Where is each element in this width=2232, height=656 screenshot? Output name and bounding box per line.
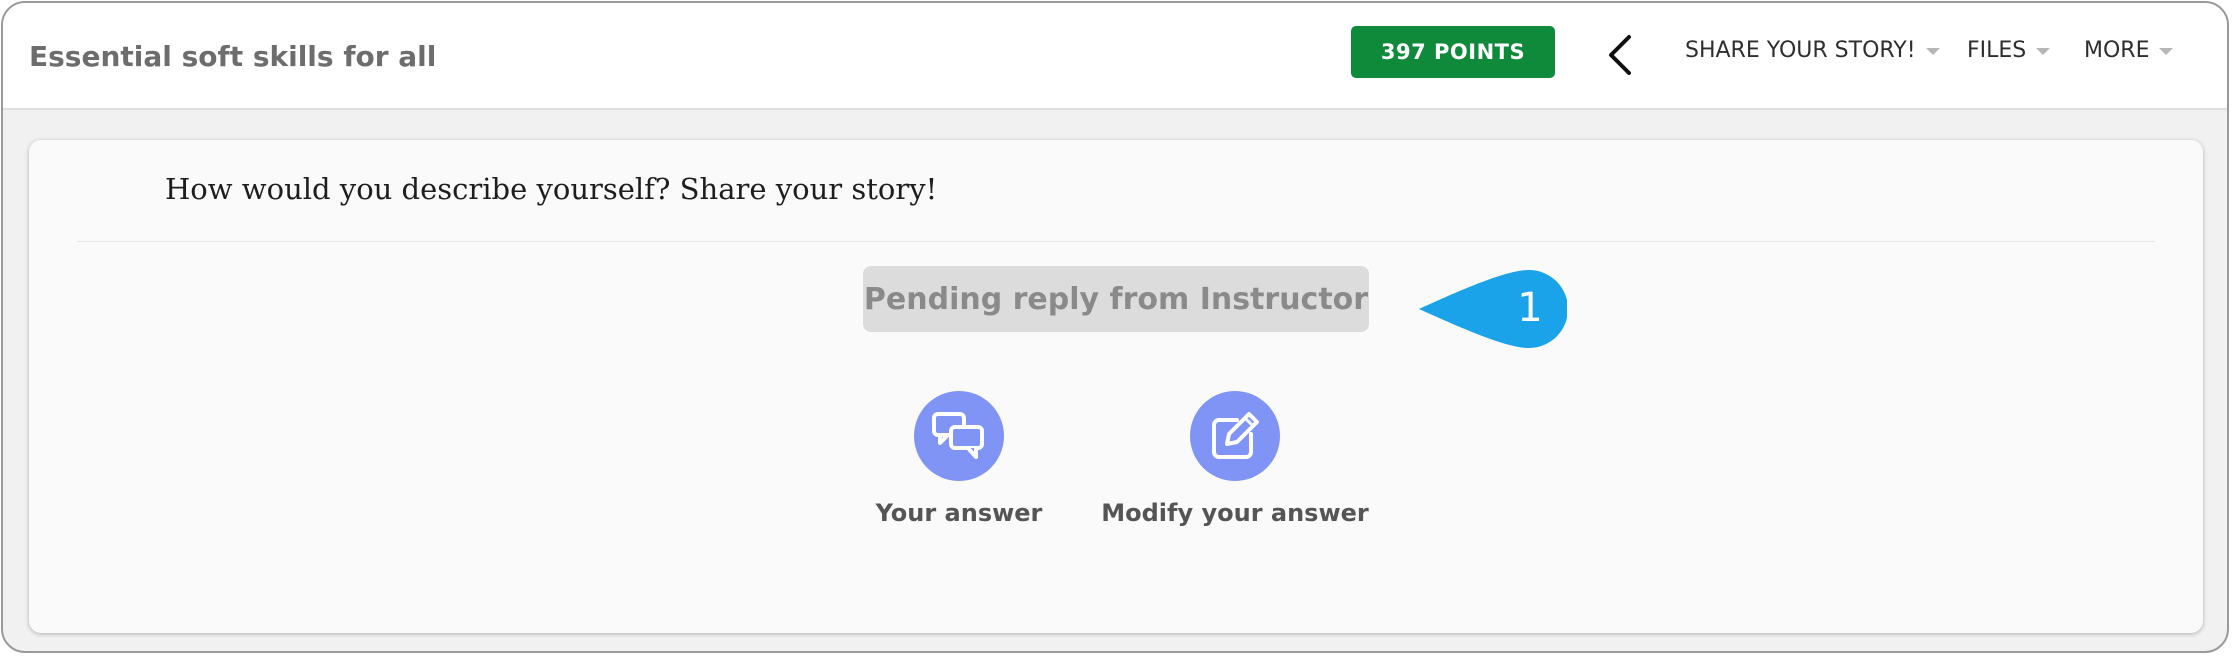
callout-number: 1 — [1517, 285, 1542, 331]
nav-files-label: FILES — [1967, 38, 2027, 63]
course-title: Essential soft skills for all — [29, 40, 437, 73]
activity-card: How would you describe yourself? Share y… — [29, 140, 2203, 633]
modify-answer-icon-circle — [1190, 391, 1280, 481]
points-badge[interactable]: 397 POINTS — [1351, 26, 1555, 78]
callout-marker: 1 — [1419, 270, 1567, 348]
nav-files[interactable]: FILES — [1967, 38, 2051, 63]
edit-square-icon — [1212, 412, 1259, 459]
nav-more-label: MORE — [2084, 38, 2150, 63]
divider — [77, 241, 2155, 242]
top-bar: Essential soft skills for all 397 POINTS… — [3, 3, 2227, 110]
back-button[interactable] — [1599, 31, 1643, 79]
modify-answer-button[interactable]: Modify your answer — [1095, 391, 1375, 527]
nav-share-your-story[interactable]: SHARE YOUR STORY! — [1685, 38, 1940, 63]
your-answer-label: Your answer — [875, 499, 1043, 527]
your-answer-icon-circle — [914, 391, 1004, 481]
status-badge: Pending reply from Instructor — [863, 266, 1369, 332]
chevron-left-icon — [1609, 35, 1631, 75]
question-text: How would you describe yourself? Share y… — [165, 172, 938, 206]
nav-share-your-story-label: SHARE YOUR STORY! — [1685, 38, 1916, 63]
caret-down-icon — [2036, 48, 2051, 55]
app-window: Essential soft skills for all 397 POINTS… — [1, 1, 2229, 653]
nav-more[interactable]: MORE — [2084, 38, 2174, 63]
chat-bubbles-icon — [932, 412, 984, 459]
caret-down-icon — [1925, 48, 1940, 55]
modify-answer-label: Modify your answer — [1101, 499, 1369, 527]
caret-down-icon — [2159, 48, 2174, 55]
your-answer-button[interactable]: Your answer — [819, 391, 1099, 527]
